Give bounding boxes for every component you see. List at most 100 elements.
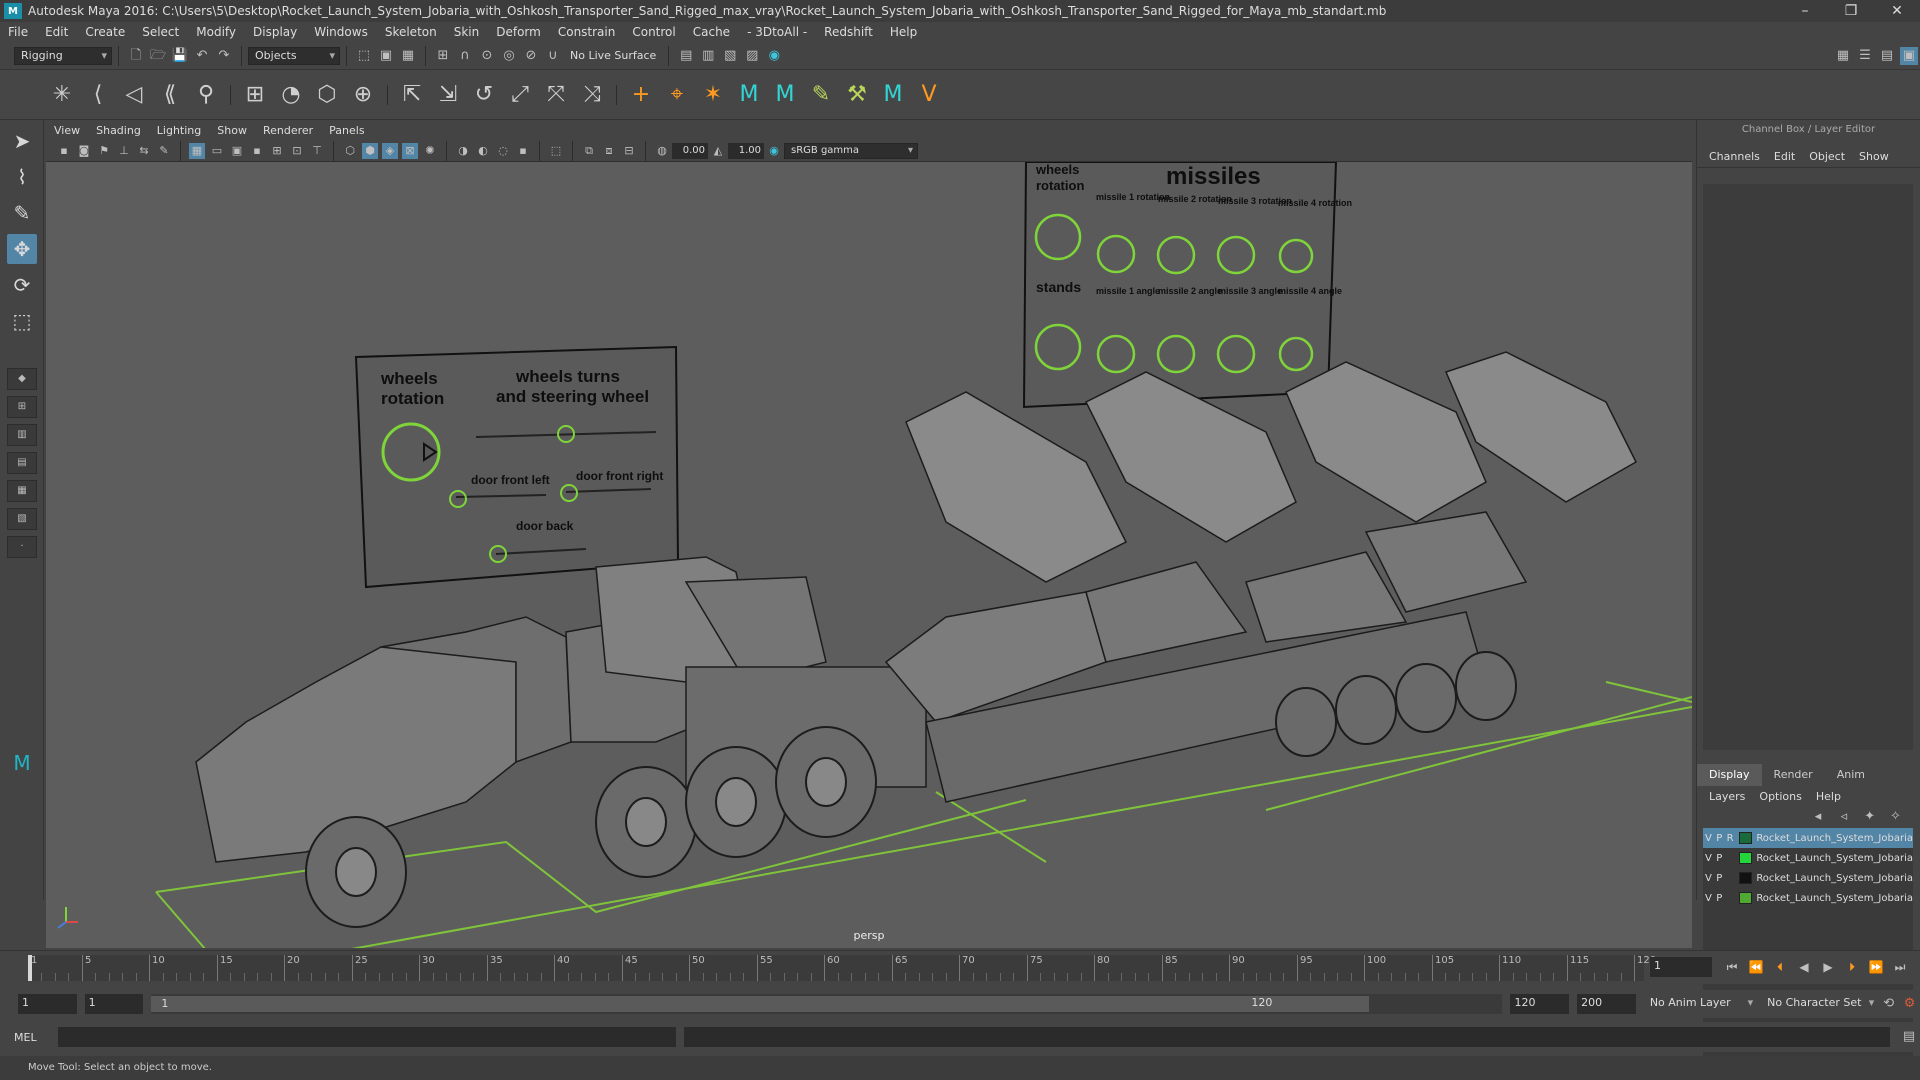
set-driven-key-icon[interactable]: ⌖ (662, 80, 692, 110)
grease-pencil-icon[interactable]: ✎ (156, 143, 172, 159)
attribute-editor-icon[interactable]: ☰ (1856, 47, 1874, 65)
menu-3dtoall[interactable]: - 3DtoAll - (747, 25, 807, 39)
gamma-icon[interactable]: ◭ (710, 143, 726, 159)
gate-mask-icon[interactable]: ▪ (249, 143, 265, 159)
anim-prefs-icon[interactable]: ⚙ (1901, 995, 1918, 1013)
color-management-icon[interactable]: ◉ (766, 143, 782, 159)
field-chart-icon[interactable]: ⊞ (269, 143, 285, 159)
exposure-field[interactable]: 0.00 (672, 142, 708, 159)
smooth-shade-icon[interactable]: ⬢ (362, 142, 378, 159)
hypershade-layout-icon[interactable]: ▧ (7, 508, 37, 530)
parent-constraint-icon[interactable]: ⇱ (397, 80, 427, 110)
more-layouts-icon[interactable]: · (7, 536, 37, 558)
panel-menu-renderer[interactable]: Renderer (263, 124, 313, 137)
open-scene-icon[interactable]: 🗁 (149, 47, 167, 65)
pole-vector-icon[interactable]: ⤨ (577, 80, 607, 110)
panel-menu-lighting[interactable]: Lighting (157, 124, 201, 137)
ik-handle-icon[interactable]: ⟨ (83, 80, 113, 110)
ik-fk-icon[interactable]: ✶ (698, 80, 728, 110)
move-tool-icon[interactable]: ✥ (7, 234, 37, 264)
snap-view-icon[interactable]: ◎ (500, 47, 518, 65)
render-settings-icon[interactable]: ▨ (743, 47, 761, 65)
command-input[interactable] (57, 1027, 676, 1047)
anim-layer-dropdown[interactable]: No Anim Layer (1643, 995, 1758, 1013)
wireframe-icon[interactable]: ⬡ (342, 143, 358, 159)
layer-row[interactable]: V P Rocket_Launch_System_Jobaria (1703, 868, 1913, 888)
menu-help[interactable]: Help (890, 25, 917, 39)
humanik-icon[interactable]: ⚲ (191, 80, 221, 110)
save-scene-icon[interactable]: 💾 (171, 47, 189, 65)
aim-constraint-icon[interactable]: ⤧ (541, 80, 571, 110)
animation-end-field[interactable]: 200 (1577, 994, 1636, 1014)
tab-anim[interactable]: Anim (1825, 764, 1877, 786)
menu-create[interactable]: Create (85, 25, 125, 39)
ipr-render-icon[interactable]: ▧ (721, 47, 739, 65)
select-object-icon[interactable]: ▣ (377, 47, 395, 65)
layer-row[interactable]: V P Rocket_Launch_System_Jobaria (1703, 888, 1913, 908)
redo-icon[interactable]: ↷ (215, 47, 233, 65)
camera-select-icon[interactable]: ▪ (56, 143, 72, 159)
backface-icon[interactable]: ⊟ (621, 143, 637, 159)
orient-constraint-icon[interactable]: ↺ (469, 80, 499, 110)
point-constraint-icon[interactable]: ⇲ (433, 80, 463, 110)
bind-skin-icon[interactable]: ⟪ (155, 80, 185, 110)
play-backwards-icon[interactable]: ◀ (1795, 958, 1813, 976)
close-button[interactable]: ✕ (1874, 3, 1920, 19)
step-forward-key-icon[interactable]: ⏵ (1843, 958, 1861, 976)
live-surface-label[interactable]: No Live Surface (570, 49, 656, 62)
single-pane-layout-icon[interactable]: ◆ (7, 368, 37, 390)
motion-blur-icon[interactable]: ◌ (495, 143, 511, 159)
go-to-start-icon[interactable]: ⏮ (1723, 958, 1741, 976)
image-plane-icon[interactable]: ⊥ (116, 143, 132, 159)
channel-box-toggle-icon[interactable]: ▣ (1900, 46, 1918, 65)
safe-action-icon[interactable]: ⊡ (289, 143, 305, 159)
gamma-field[interactable]: 1.00 (728, 142, 764, 159)
script-m-icon[interactable]: M (734, 80, 764, 110)
paint-select-icon[interactable]: ✎ (7, 198, 37, 228)
new-layer-icon[interactable]: ✧ (1886, 808, 1904, 826)
menu-select[interactable]: Select (142, 25, 179, 39)
camera-attr-icon[interactable]: ◙ (76, 143, 92, 159)
component-editor-icon[interactable]: ⚒ (842, 80, 872, 110)
lights-icon[interactable]: ✺ (422, 143, 438, 159)
grid-toggle-icon[interactable]: ▦ (189, 142, 205, 159)
time-ruler[interactable]: 1 5 10 15 20 25 30 35 40 45 50 55 60 65 70 75 80 85 90 95 10… (28, 955, 1656, 981)
command-language-label[interactable]: MEL (14, 1031, 58, 1044)
undo-icon[interactable]: ↶ (193, 47, 211, 65)
character-set-dropdown[interactable]: No Character Set (1761, 995, 1879, 1013)
channel-menu-edit[interactable]: Edit (1774, 150, 1795, 163)
snap-surface-icon[interactable]: ⊘ (522, 47, 540, 65)
layer-color-swatch[interactable] (1739, 832, 1753, 844)
scale-tool-icon[interactable]: ⬚ (7, 306, 37, 336)
move-layer-down-icon[interactable]: ◃ (1835, 808, 1853, 826)
channel-menu-channels[interactable]: Channels (1709, 150, 1760, 163)
step-back-key-icon[interactable]: ⏴ (1771, 958, 1789, 976)
play-forwards-icon[interactable]: ▶ (1819, 958, 1837, 976)
snap-curve-icon[interactable]: ∩ (456, 47, 474, 65)
menu-constrain[interactable]: Constrain (558, 25, 616, 39)
select-tool-icon[interactable]: ➤ (7, 126, 37, 156)
channel-menu-object[interactable]: Object (1809, 150, 1845, 163)
snap-grid-icon[interactable]: ⊞ (434, 47, 452, 65)
bookmark-icon[interactable]: ⚑ (96, 143, 112, 159)
channel-list[interactable] (1703, 184, 1913, 750)
panel-menu-shading[interactable]: Shading (96, 124, 141, 137)
tool-settings-icon[interactable]: ▤ (1878, 47, 1896, 65)
two-pane-layout-icon[interactable]: ▥ (7, 424, 37, 446)
lasso-tool-icon[interactable]: ⌇ (7, 162, 37, 192)
layer-row[interactable]: V P Rocket_Launch_System_Jobaria (1703, 848, 1913, 868)
menu-deform[interactable]: Deform (496, 25, 541, 39)
safe-title-icon[interactable]: ⊤ (309, 143, 325, 159)
playback-start-field[interactable]: 1 (84, 994, 144, 1014)
layer-visibility[interactable]: V (1703, 853, 1714, 864)
ik-spline-icon[interactable]: ◁ (119, 80, 149, 110)
menu-windows[interactable]: Windows (314, 25, 368, 39)
shelf-v-icon[interactable]: V (914, 80, 944, 110)
cluster-icon[interactable]: ◔ (276, 80, 306, 110)
ambient-occlusion-icon[interactable]: ◐ (475, 143, 491, 159)
selection-mode-dropdown[interactable]: Objects (248, 46, 340, 65)
menu-file[interactable]: File (8, 25, 28, 39)
layer-visibility[interactable]: V (1703, 873, 1714, 884)
menu-redshift[interactable]: Redshift (824, 25, 873, 39)
paint-weights-icon[interactable]: ✎ (806, 80, 836, 110)
